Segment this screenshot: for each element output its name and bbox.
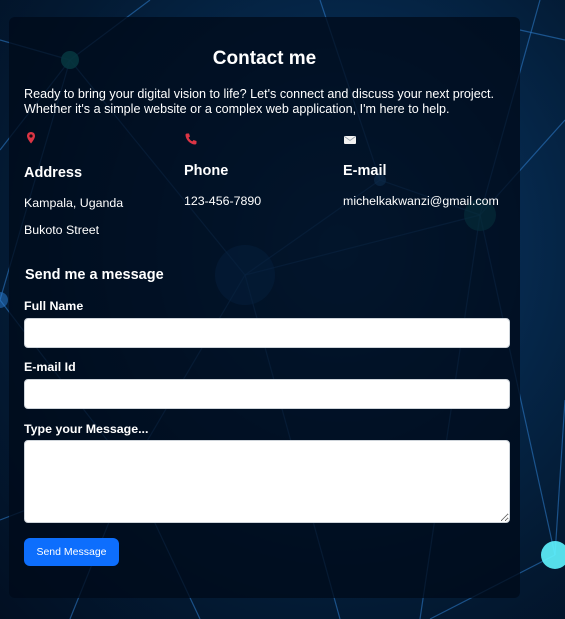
map-pin-icon	[24, 131, 38, 145]
full-name-label: Full Name	[24, 299, 84, 313]
page-title: Contact me	[212, 48, 317, 69]
message-label: Type your Message...	[24, 422, 149, 436]
email-id-input[interactable]	[24, 379, 510, 409]
address-line-2: Bukoto Street	[24, 223, 100, 237]
envelope-icon	[343, 133, 357, 147]
email-heading: E-mail	[343, 163, 387, 179]
intro-text: Ready to bring your digital vision to li…	[24, 87, 495, 116]
address-heading: Address	[24, 165, 83, 181]
email-id-label: E-mail Id	[24, 360, 76, 374]
address-line-1: Kampala, Uganda	[24, 196, 124, 210]
form-heading: Send me a message	[25, 267, 164, 283]
phone-heading: Phone	[184, 163, 229, 179]
send-message-button[interactable]: Send Message	[24, 538, 119, 566]
full-name-input[interactable]	[24, 318, 510, 348]
message-textarea[interactable]	[24, 440, 510, 523]
phone-number: 123-456-7890	[184, 194, 262, 208]
phone-icon	[184, 132, 198, 146]
email-address: michelkakwanzi@gmail.com	[343, 194, 499, 208]
